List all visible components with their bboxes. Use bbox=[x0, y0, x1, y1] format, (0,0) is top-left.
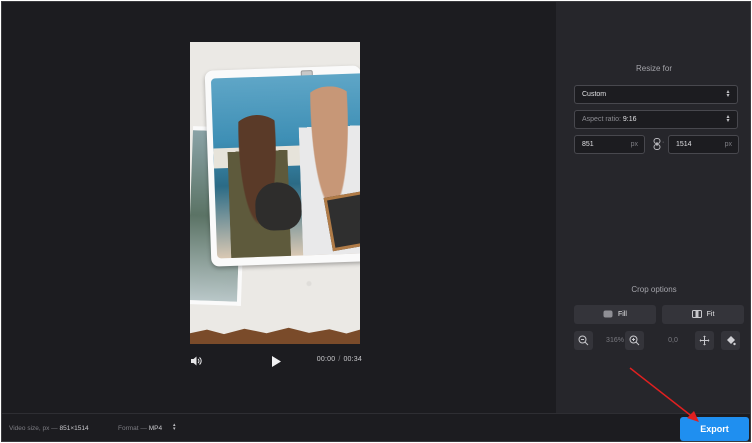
fit-button[interactable]: Fit bbox=[662, 305, 744, 324]
move-icon bbox=[699, 335, 710, 346]
resize-preset-value: Custom bbox=[582, 91, 607, 98]
background-color-button[interactable] bbox=[721, 331, 740, 350]
time-separator: / bbox=[338, 356, 341, 363]
position-value[interactable]: 0,0 bbox=[656, 331, 690, 350]
annotation-arrow bbox=[629, 367, 699, 422]
zoom-in-button[interactable] bbox=[625, 331, 644, 350]
link-icon[interactable] bbox=[653, 138, 661, 150]
duration: 00:34 bbox=[343, 356, 362, 363]
caret-icon: ▴ ▾ bbox=[726, 89, 730, 99]
player-controls: 00:00/00:34 bbox=[190, 354, 362, 370]
dog bbox=[254, 181, 303, 232]
video-size-value: 851×1514 bbox=[59, 425, 89, 432]
format-select[interactable]: Format — MP4 bbox=[118, 425, 162, 432]
video-size-label: Video size, px — bbox=[9, 425, 58, 432]
preview-area: 00:00/00:34 bbox=[2, 2, 556, 413]
format-label: Format — bbox=[118, 425, 147, 432]
resize-preset-select[interactable]: Custom ▴ ▾ bbox=[574, 85, 738, 104]
time-display: 00:00/00:34 bbox=[317, 356, 362, 363]
paint-bucket-icon bbox=[727, 336, 736, 346]
fit-icon bbox=[691, 310, 702, 319]
dimension-divider: · bbox=[662, 139, 665, 146]
caret-icon: ▴ ▾ bbox=[726, 114, 730, 124]
height-field[interactable]: 1514 px bbox=[668, 135, 739, 154]
volume-icon[interactable] bbox=[190, 355, 202, 367]
caret-icon[interactable]: ▴ ▾ bbox=[173, 423, 176, 432]
fit-label: Fit bbox=[706, 311, 715, 318]
width-unit: px bbox=[630, 141, 638, 148]
video-preview[interactable] bbox=[190, 42, 360, 344]
photo-image bbox=[210, 73, 360, 259]
current-time: 00:00 bbox=[316, 356, 336, 363]
width-field[interactable]: 851 px bbox=[574, 135, 645, 154]
resize-heading: Resize for bbox=[635, 64, 672, 73]
fill-label: Fill bbox=[618, 311, 627, 318]
height-unit: px bbox=[724, 141, 732, 148]
play-icon[interactable] bbox=[270, 355, 282, 368]
aspect-ratio-label: Aspect ratio: bbox=[582, 116, 621, 123]
width-value: 851 bbox=[582, 141, 594, 148]
move-button[interactable] bbox=[695, 331, 714, 350]
zoom-out-icon bbox=[578, 335, 589, 346]
aspect-ratio-select[interactable]: Aspect ratio: 9:16 ▴ ▾ bbox=[574, 110, 738, 129]
fill-button[interactable]: Fill bbox=[574, 305, 656, 324]
settings-panel: Resize for Custom ▴ ▾ Aspect ratio: 9:16 … bbox=[556, 2, 750, 413]
format-value: MP4 bbox=[148, 425, 163, 432]
crop-heading: Crop options bbox=[631, 285, 677, 294]
video-size-info: Video size, px — 851×1514 bbox=[9, 425, 89, 432]
aspect-ratio-value: 9:16 bbox=[622, 116, 637, 123]
zoom-in-icon bbox=[629, 335, 640, 346]
main-photo bbox=[204, 65, 360, 267]
height-value: 1514 bbox=[676, 141, 692, 148]
zoom-out-button[interactable] bbox=[574, 331, 593, 350]
fill-icon bbox=[603, 310, 613, 318]
